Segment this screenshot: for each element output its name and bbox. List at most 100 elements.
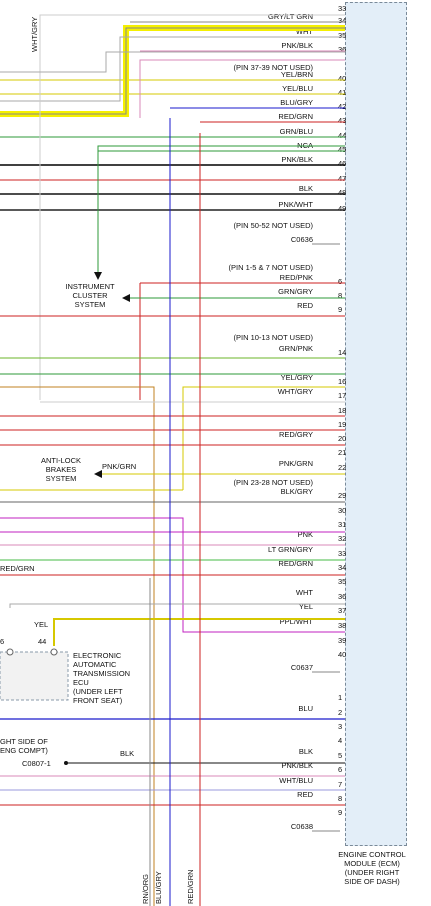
pin-number: 6 [338,765,342,774]
pin-number: 49 [338,204,346,213]
vertical-wire-label: WHT/GRY [30,16,39,52]
pin-number: 7 [338,780,342,789]
connector-pin-icon [6,648,14,656]
pin-number: 29 [338,491,346,500]
component-label-line: TRANSMISSION [73,669,131,678]
component-label-line: INSTRUMENT [65,282,115,291]
wire-label: YEL/BLU [282,84,313,93]
wire-label: PNK [298,530,313,539]
pin-number: 36 [338,592,346,601]
wire-label: WHT/GRY [278,387,313,396]
ecm-label: ENGINE CONTROL MODULE (ECM) (UNDER RIGHT… [322,850,422,886]
pin-number: 36 [338,45,346,54]
wire-label: GRN/PNK [279,344,313,353]
component-label-line: BRAKES [45,465,77,474]
wire-label: WHT/BLU [279,776,313,785]
connector-name: C0638 [291,822,313,831]
component-label-line: AUTOMATIC [73,660,117,669]
tcu-wire-label: YEL [34,620,49,629]
component-label-line: CLUSTER [72,291,108,300]
wire-label: RED/GRN [278,112,313,121]
pin-number: 40 [338,650,346,659]
pin-number: 18 [338,406,346,415]
connector-note: (PIN 10-13 NOT USED) [234,333,314,342]
tcu-pin-a: 6 [0,637,5,646]
component-label-line: ELECTRONIC [73,651,122,660]
pin-number: 37 [338,606,346,615]
pin-number: 30 [338,506,346,515]
connector-note: (PIN 37-39 NOT USED) [234,63,314,72]
pin-number: 8 [338,291,342,300]
wire-label: PNK/BLK [281,761,313,770]
component-label-line: ECU [73,678,89,687]
pin-number: 14 [338,348,346,357]
pin-number: 16 [338,377,346,386]
wire-label: PNK/GRN [279,459,313,468]
wire-label: GRY/LT GRN [268,12,313,21]
pin-number: 9 [338,305,342,314]
pin-number: 38 [338,621,346,630]
wire-label: RED [297,790,313,799]
wire-label: BLU/GRY [280,98,313,107]
wire-label: RED/PNK [280,273,313,282]
component-label-line: FRONT SEAT) [73,696,123,705]
component-label-line: ANTI-LOCK [40,456,81,465]
wire-label: WHT [296,588,313,597]
pin-number: 19 [338,420,346,429]
ground-connector-icon [64,761,68,765]
wire-label: RED [297,301,313,310]
pin-number: 35 [338,31,346,40]
pin-number: 34 [338,563,346,572]
wire-label: BLK [299,184,313,193]
ground-note-line: ENG COMPT) [0,746,48,755]
ground-note-line: GHT SIDE OF [0,737,48,746]
pin-number: 9 [338,808,342,817]
wire-label: PNK/BLK [281,155,313,164]
wire-label: BLK [299,747,313,756]
pin-number: 40 [338,74,346,83]
anti-lock-wire-label: PNK/GRN [102,462,137,471]
pin-number: 48 [338,188,346,197]
connector-note: (PIN 23-28 NOT USED) [234,478,314,487]
wire-label: RED/GRY [279,430,313,439]
pin-number: 8 [338,794,342,803]
wire-label: LT GRN/GRY [268,545,313,554]
pin-number: 42 [338,102,346,111]
pin-number: 20 [338,434,346,443]
connector-pin-icon [50,648,58,656]
wiring-diagram: 3334GRY/LT GRN35WHT36PNK/BLK40YEL/BRN41Y… [0,4,346,906]
wire-label: GRN/BLU [280,127,313,136]
pin-number: 34 [338,16,346,25]
wire-label: BLK/GRY [281,487,313,496]
wire [9,603,345,608]
tcu-pin-b: 44 [38,637,47,646]
pin-number: 17 [338,391,346,400]
pin-number: 5 [338,751,342,760]
vertical-wire-label: RED/GRN [186,869,195,904]
pin-number: 39 [338,636,346,645]
component-label-line: (UNDER LEFT [73,687,123,696]
arrow-icon [94,272,102,280]
wire-label: BLU [298,704,313,713]
left-wire-label: RED/GRN [0,564,35,573]
vertical-wire-label: BLU/GRY [154,871,163,904]
ecm-label-line: MODULE (ECM) [344,859,400,868]
pin-number: 4 [338,736,342,745]
wire-label: PNK/BLK [281,41,313,50]
pin-number: 32 [338,534,346,543]
pin-number: 31 [338,520,346,529]
pin-number: 3 [338,722,342,731]
anti-lock-brakes-label: ANTI-LOCK BRAKES SYSTEM [30,456,92,483]
pin-number: 46 [338,159,346,168]
pin-number: 21 [338,448,346,457]
connector-name: C0637 [291,663,313,672]
ecm-label-line: SIDE OF DASH) [344,877,400,886]
ground-wire-label: BLK [120,749,135,758]
pin-number: 33 [338,549,346,558]
connector-name: C0636 [291,235,313,244]
pin-number: 47 [338,174,346,183]
ground-note: GHT SIDE OF ENG COMPT) [0,737,70,755]
component-label-line: SYSTEM [74,300,106,309]
tcu-label: ELECTRONIC AUTOMATIC TRANSMISSION ECU (U… [73,651,153,705]
pin-number: 6 [338,277,342,286]
